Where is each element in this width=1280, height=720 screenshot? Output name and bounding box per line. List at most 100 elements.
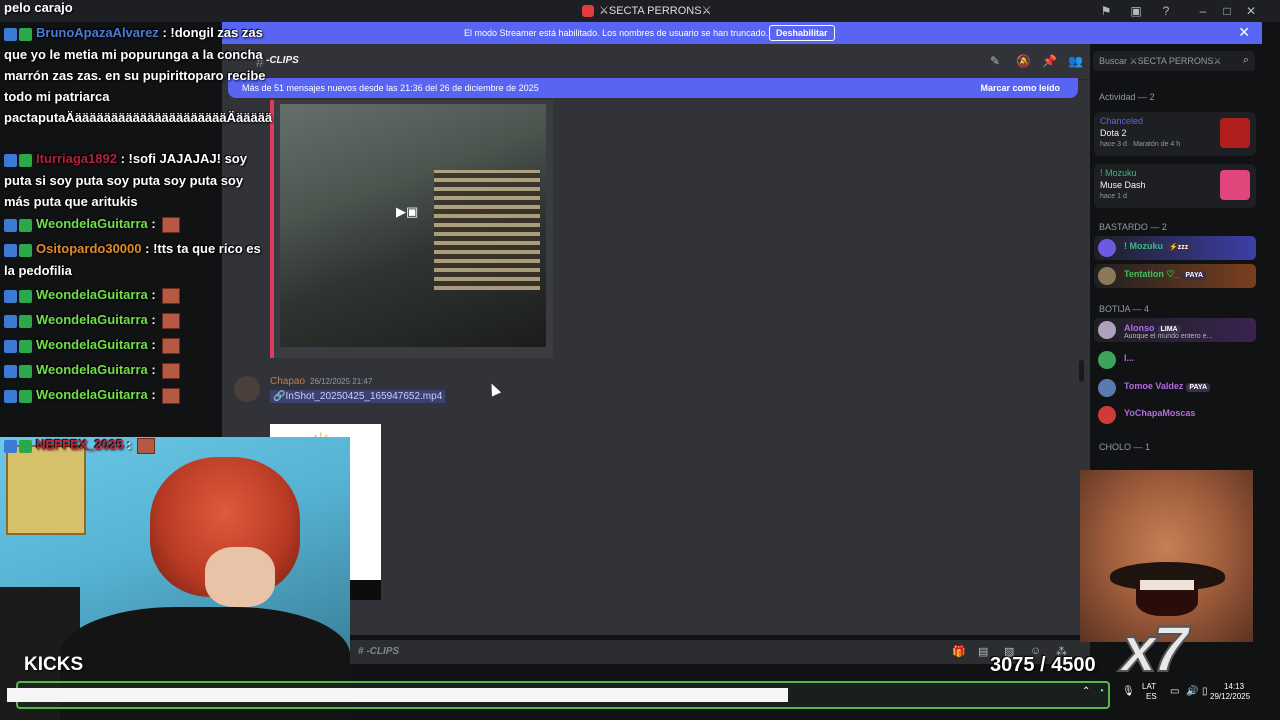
new-messages-bar[interactable]: Más de 51 mensajes nuevos desde las 21:3… <box>228 78 1078 98</box>
role-title: BOTIJA — 4 <box>1099 304 1150 314</box>
chat-text: : <box>151 387 156 402</box>
maximize-icon[interactable]: □ <box>1220 4 1234 18</box>
meme-teeth <box>1140 580 1194 590</box>
member-name-text: Tomoe Valdez <box>1124 381 1184 391</box>
avatar <box>1098 239 1116 257</box>
chat-badges <box>4 360 34 381</box>
video-window-blinds <box>434 170 540 290</box>
activity-meta: hace 3 d · Maratón de 4 h <box>1100 141 1181 148</box>
clock-time[interactable]: 14:13 <box>1224 682 1244 691</box>
webcam-feed <box>0 437 350 720</box>
close-banner-icon[interactable]: ✕ <box>1238 25 1250 39</box>
badge-icon <box>19 28 32 42</box>
member-name-text: ! Mozuku <box>1124 241 1163 251</box>
activity-card[interactable]: Chanceled Dota 2 hace 3 d · Maratón de 4… <box>1094 112 1256 156</box>
member-item[interactable]: Tomoe Valdez PAYA <box>1094 376 1256 400</box>
member-item[interactable]: ! Mozuku ⚡zzz <box>1094 236 1256 260</box>
goal-progress-fill <box>7 688 788 702</box>
chat-username: WeondelaGuitarra <box>36 362 148 377</box>
disable-streamer-mode-button[interactable]: Deshabilitar <box>769 25 835 41</box>
chat-badges <box>4 435 34 456</box>
message-composer[interactable]: # -CLIPS 🎁 ▤ ▧ ☺ ⁂ <box>350 640 1090 664</box>
member-item[interactable]: YoChapaMoscas <box>1094 403 1256 427</box>
screen-share-icon[interactable]: ▣ <box>1129 4 1143 18</box>
member-list-icon[interactable]: 👥 <box>1068 54 1083 68</box>
chat-badges <box>4 23 34 44</box>
member-item[interactable]: l... <box>1094 348 1256 372</box>
screen: ⚔SECTA PERRONS⚔ ⚑ ▣ ? – □ ✕ El modo Stre… <box>0 0 1280 720</box>
member-badge: PAYA <box>1186 383 1211 392</box>
member-name: YoChapaMoscas <box>1124 408 1196 418</box>
badge-icon <box>4 219 17 233</box>
badge-icon <box>19 244 32 258</box>
muse-dash-icon <box>1220 170 1250 200</box>
chat-message: WeondelaGuitarra : <box>4 309 268 331</box>
notifications-icon[interactable]: 🔕 <box>1016 54 1031 68</box>
member-name: l... <box>1124 353 1135 363</box>
chevron-up-icon[interactable]: ⌃ <box>1082 686 1090 697</box>
activity-user: Chanceled <box>1100 116 1144 126</box>
minimize-icon[interactable]: – <box>1196 4 1210 18</box>
member-item[interactable]: Tentation ♡_ PAYA <box>1094 264 1256 288</box>
network-icon[interactable]: ▭ <box>1170 686 1179 697</box>
attachment-link[interactable]: 🔗InShot_20250425_165947652.mp4 <box>270 390 446 403</box>
member-name: Alonso LIMA <box>1124 323 1181 334</box>
badge-icon <box>19 290 32 304</box>
member-status: Aunque el mundo entero e... <box>1124 333 1213 340</box>
battery-icon[interactable]: ▯ <box>1202 686 1208 697</box>
sync-icon[interactable]: ◔ <box>1098 686 1104 697</box>
gif-icon[interactable]: ▤ <box>978 645 988 658</box>
chat-text: : <box>127 437 132 452</box>
clock-date[interactable]: 29/12/2025 <box>1210 692 1250 701</box>
chat-username: WeondelaGuitarra <box>36 387 148 402</box>
search-input[interactable]: Buscar ⚔SECTA PERRONS⚔ ⌕ <box>1093 51 1255 71</box>
inbox-icon[interactable]: ⚑ <box>1099 4 1113 18</box>
emote-icon <box>161 362 180 379</box>
mic-icon[interactable]: 🎙 <box>1122 686 1135 697</box>
activity-card[interactable]: ! Mozuku Muse Dash hace 1 d <box>1094 164 1256 208</box>
mark-as-read-button[interactable]: Marcar como leído <box>980 83 1060 93</box>
member-name: Tentation ♡_ PAYA <box>1124 269 1207 280</box>
search-icon: ⌕ <box>1242 54 1249 66</box>
role-title: CHOLO — 1 <box>1099 442 1151 452</box>
server-title: ⚔SECTA PERRONS⚔ <box>582 4 711 17</box>
chat-username: NEFFEX_2025 <box>36 437 124 452</box>
scrollbar-thumb[interactable] <box>1079 360 1084 382</box>
language-region[interactable]: ES <box>1146 692 1157 701</box>
channel-name: -CLIPS <box>266 55 299 66</box>
chat-top-text: pelo carajo <box>4 0 73 15</box>
message-timestamp: 26/12/2025 21:47 <box>310 377 373 386</box>
chat-message: WeondelaGuitarra : <box>4 384 268 406</box>
chat-username: BrunoApazaAlvarez <box>36 25 159 40</box>
kicks-label: KICKS <box>24 654 84 675</box>
close-window-icon[interactable]: ✕ <box>1244 4 1258 18</box>
badge-icon <box>4 315 17 329</box>
volume-icon[interactable]: 🔊 <box>1186 686 1198 697</box>
chat-text: : <box>151 362 156 377</box>
avatar <box>1098 267 1116 285</box>
chat-badges <box>4 385 34 406</box>
badge-icon <box>4 365 17 379</box>
language-code[interactable]: LAT <box>1142 682 1156 691</box>
search-placeholder: Buscar ⚔SECTA PERRONS⚔ <box>1099 56 1222 66</box>
chat-badges <box>4 285 34 306</box>
badge-icon <box>4 340 17 354</box>
server-name: ⚔SECTA PERRONS⚔ <box>599 5 712 17</box>
webcam-face <box>205 547 275 607</box>
chat-message: WeondelaGuitarra : <box>4 334 268 356</box>
help-icon[interactable]: ? <box>1159 4 1173 18</box>
member-item[interactable]: Alonso LIMA Aunque el mundo entero e... <box>1094 318 1256 342</box>
play-icon[interactable]: ▶▣ <box>396 204 426 226</box>
meme-multiplier: x7 <box>1120 612 1189 686</box>
channel-header: # -CLIPS ✎ 🔕 📌 👥 <box>222 44 1090 80</box>
message-author[interactable]: Chapao <box>270 376 305 387</box>
role-title: BASTARDO — 2 <box>1099 222 1167 232</box>
badge-icon <box>4 28 17 42</box>
video-embed[interactable]: ▶▣ <box>270 100 553 358</box>
threads-icon[interactable]: ✎ <box>990 54 1000 68</box>
chat-badges <box>4 335 34 356</box>
member-name-text: Alonso <box>1124 323 1155 333</box>
gift-icon[interactable]: 🎁 <box>952 645 966 658</box>
chat-message: NEFFEX_2025 : <box>4 434 268 456</box>
pinned-icon[interactable]: 📌 <box>1042 54 1057 68</box>
